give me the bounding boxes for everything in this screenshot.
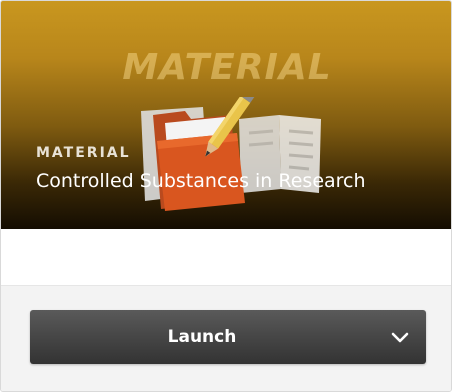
launch-button[interactable]: Launch bbox=[30, 310, 426, 364]
launch-button-label: Launch bbox=[167, 327, 237, 347]
material-card: MATERIAL MATERIAL Controlled Substances … bbox=[0, 0, 452, 392]
card-title[interactable]: Controlled Substances in Research bbox=[36, 170, 366, 192]
card-category-label: MATERIAL bbox=[36, 145, 131, 161]
banner-watermark: MATERIAL bbox=[122, 47, 332, 88]
card-banner[interactable]: MATERIAL MATERIAL Controlled Substances … bbox=[1, 1, 451, 229]
folder-with-pencil-and-notebook-icon bbox=[141, 97, 321, 211]
card-body bbox=[1, 229, 451, 285]
chevron-down-icon[interactable] bbox=[390, 327, 410, 347]
